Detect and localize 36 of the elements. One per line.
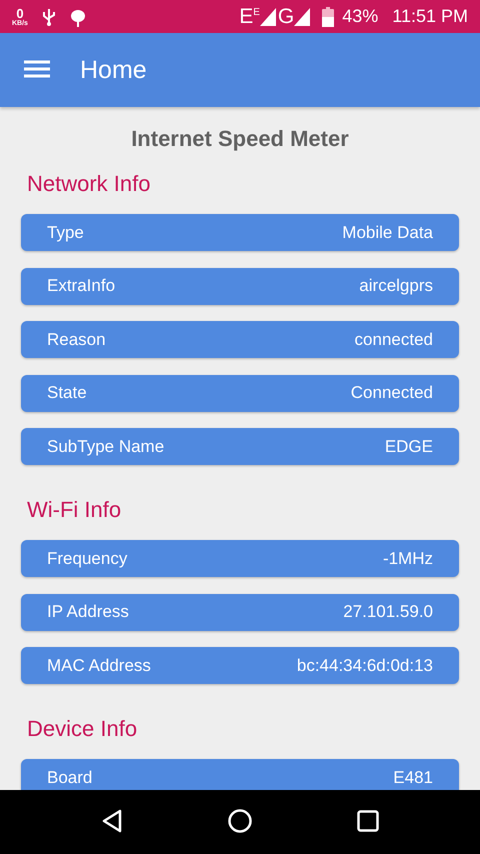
menu-button[interactable]	[24, 60, 50, 80]
info-value: E481	[393, 768, 433, 788]
info-label: Reason	[47, 330, 106, 350]
app-bar-title: Home	[80, 56, 147, 84]
info-label: MAC Address	[47, 656, 151, 676]
network-type: E$^{E}$	[239, 4, 260, 28]
back-button[interactable]	[101, 808, 123, 836]
info-label: IP Address	[47, 602, 129, 622]
battery-icon	[322, 6, 334, 26]
info-label: SubType Name	[47, 436, 164, 456]
info-label: Frequency	[47, 548, 128, 568]
signal-icon	[260, 8, 276, 26]
page-title: Internet Speed Meter	[130, 125, 350, 153]
info-label: State	[47, 383, 87, 403]
network-type: G	[278, 4, 294, 28]
info-label: ExtraInfo	[47, 276, 116, 296]
info-value: bc:44:34:6d:0d:13	[296, 656, 433, 676]
info-value: Connected	[350, 383, 433, 403]
section-heading: Network Info	[27, 171, 152, 197]
info-value: Mobile Data	[342, 222, 433, 242]
speed-value: 0	[16, 6, 24, 20]
info-label: Type	[47, 222, 84, 242]
info-label: Board	[47, 768, 92, 788]
info-value: connected	[354, 330, 433, 350]
info-value: EDGE	[384, 436, 433, 456]
clock: 11:51 PM	[392, 6, 468, 27]
signal-icon	[294, 8, 310, 26]
usb-icon	[42, 8, 56, 26]
section-heading: Wi-Fi Info	[27, 497, 122, 523]
section-heading: Device Info	[27, 716, 138, 742]
info-value: aircelgprs	[359, 276, 433, 296]
battery-percent: 43%	[342, 6, 378, 27]
info-value: 27.101.59.0	[343, 602, 433, 622]
home-button[interactable]	[228, 808, 252, 836]
recents-button[interactable]	[357, 810, 379, 834]
info-value: -1MHz	[382, 548, 433, 568]
